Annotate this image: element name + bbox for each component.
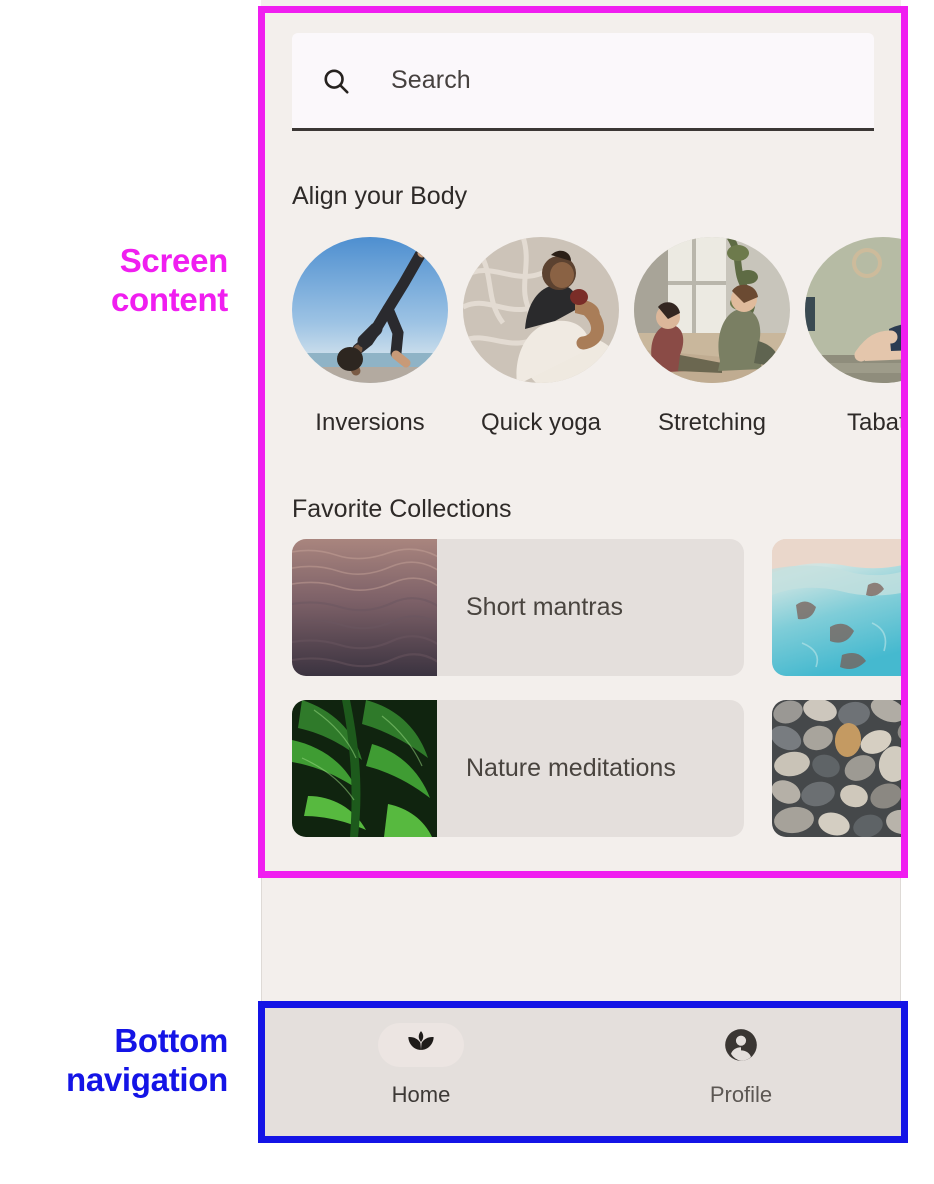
nav-profile-pill[interactable] xyxy=(698,1023,784,1067)
section-heading-align-your-body: Align your Body xyxy=(292,182,468,210)
favorite-card-nature-meditations[interactable]: Nature meditations xyxy=(292,700,744,837)
align-label-inversions: Inversions xyxy=(315,409,425,436)
favorite-card-pebbles-partial[interactable] xyxy=(772,700,901,837)
favorite-thumb-grey-pebbles xyxy=(772,700,901,837)
favorite-card-short-mantras[interactable]: Short mantras xyxy=(292,539,744,676)
align-item-quick-yoga[interactable]: Quick yoga xyxy=(463,237,619,437)
screen-content-region: Search Align your Body Inversions Quick … xyxy=(261,0,901,878)
screen-gap-spacer xyxy=(261,878,901,1004)
favorite-thumb-short-mantras xyxy=(292,539,437,676)
favorite-collections-grid[interactable]: Short mantras Nature meditations xyxy=(292,539,901,837)
nav-item-home[interactable]: Home xyxy=(261,1004,581,1108)
favorite-label-short-mantras: Short mantras xyxy=(466,593,624,621)
favorite-thumb-turquoise-shoreline xyxy=(772,539,901,676)
favorite-thumb-nature-meditations xyxy=(292,700,437,837)
nav-label-home: Home xyxy=(391,1082,451,1107)
nav-label-profile: Profile xyxy=(709,1082,773,1107)
search-field[interactable]: Search xyxy=(292,33,874,131)
align-item-inversions[interactable]: Inversions xyxy=(292,237,448,437)
search-placeholder-text: Search xyxy=(391,66,471,94)
align-thumb-inversions xyxy=(292,237,448,383)
bottom-navigation-bar: Home Profile xyxy=(261,1004,901,1140)
search-icon xyxy=(324,68,349,94)
account-circle-icon xyxy=(725,1029,757,1061)
align-label-quick-yoga: Quick yoga xyxy=(480,409,602,436)
favorite-label-nature-meditations: Nature meditations xyxy=(466,754,676,782)
align-item-stretching[interactable]: Stretching xyxy=(634,237,790,437)
phone-device: Search Align your Body Inversions Quick … xyxy=(261,0,901,1140)
favorite-card-turquoise-partial[interactable] xyxy=(772,539,901,676)
favorite-collections-row: Nature meditations xyxy=(292,700,901,837)
nav-item-profile[interactable]: Profile xyxy=(581,1004,901,1108)
align-your-body-row[interactable]: Inversions Quick yoga Stretching Taba xyxy=(292,237,901,437)
spa-flower-icon xyxy=(408,1031,434,1050)
align-label-stretching: Stretching xyxy=(657,409,767,436)
favorite-collections-row: Short mantras xyxy=(292,539,901,676)
section-heading-favorite-collections: Favorite Collections xyxy=(292,495,512,523)
align-thumb-quick-yoga xyxy=(463,237,619,383)
align-thumb-tabata xyxy=(805,237,901,383)
align-label-tabata: Tabata xyxy=(846,409,901,436)
annotation-label-screen-content: Screen content xyxy=(110,242,228,318)
align-item-tabata[interactable]: Tabata xyxy=(805,237,901,437)
nav-home-pill[interactable] xyxy=(378,1023,464,1067)
annotation-label-bottom-navigation: Bottom navigation xyxy=(65,1022,228,1098)
align-thumb-stretching xyxy=(634,237,790,383)
